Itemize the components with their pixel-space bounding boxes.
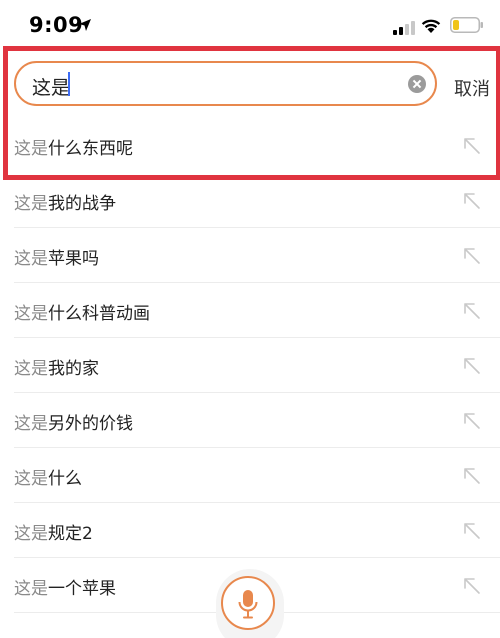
suggestion-label: 这是另外的价钱 [14,414,133,434]
suggestion-label: 这是苹果吗 [14,249,99,269]
cancel-button[interactable]: 取消 [454,75,490,101]
suggestion-label: 这是规定2 [14,524,93,544]
suggestion-item[interactable]: 这是规定2 [0,503,500,558]
fill-arrow-icon[interactable] [463,192,481,214]
voice-button-container [216,569,284,638]
suggestion-label: 这是什么科普动画 [14,304,150,324]
search-input[interactable]: 这是 [14,61,437,106]
suggestion-item[interactable]: 这是苹果吗 [0,228,500,283]
fill-arrow-icon[interactable] [463,412,481,434]
suggestion-list: 这是什么东西呢 这是我的战争 这是苹果吗 这是什么科普动画 这是我的家 这是另外… [0,118,500,613]
fill-arrow-icon[interactable] [463,467,481,489]
suggestion-item[interactable]: 这是我的战争 [0,173,500,228]
status-bar: 9:09 [0,0,500,50]
fill-arrow-icon[interactable] [463,137,481,159]
suggestion-label: 这是一个苹果 [14,579,116,599]
suggestion-item[interactable]: 这是什么东西呢 [0,118,500,173]
suggestion-item[interactable]: 这是我的家 [0,338,500,393]
suggestion-label: 这是什么东西呢 [14,139,133,159]
suggestion-item[interactable]: 这是什么 [0,448,500,503]
fill-arrow-icon[interactable] [463,302,481,324]
fill-arrow-icon[interactable] [463,577,481,599]
fill-arrow-icon[interactable] [463,357,481,379]
suggestion-label: 这是什么 [14,469,82,489]
cellular-signal-icon [393,20,417,39]
suggestion-label: 这是我的家 [14,359,99,379]
fill-arrow-icon[interactable] [463,522,481,544]
search-screen: 9:09 这是 取消 这是什么东西呢 这是我的战争 这是苹果吗 这是什么科普动画… [0,0,500,638]
battery-low-icon [450,17,484,37]
location-arrow-icon [78,17,92,36]
fill-arrow-icon[interactable] [463,247,481,269]
clear-icon[interactable] [408,75,426,93]
suggestion-item[interactable]: 这是什么科普动画 [0,283,500,338]
text-caret [68,72,70,96]
search-query-text: 这是 [32,77,71,99]
wifi-icon [420,16,442,38]
suggestion-label: 这是我的战争 [14,194,116,214]
suggestion-item[interactable]: 这是另外的价钱 [0,393,500,448]
microphone-icon [238,589,258,623]
status-time: 9:09 [29,13,84,37]
voice-search-button[interactable] [221,576,275,630]
